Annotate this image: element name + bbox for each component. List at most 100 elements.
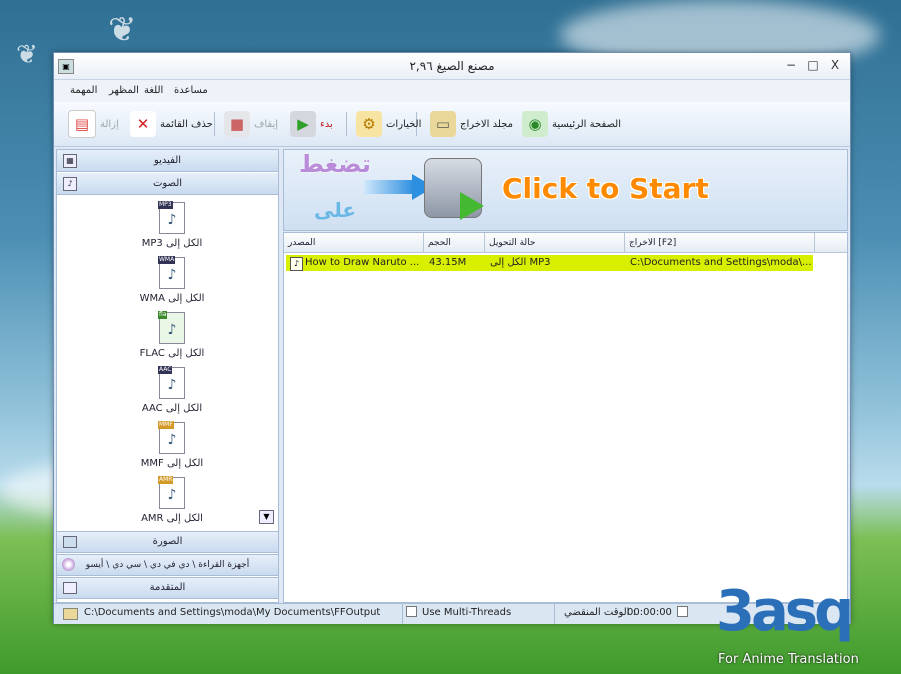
format-mp3[interactable]: MP3 ♪ MP3 الكل إلى xyxy=(117,201,227,249)
status-separator xyxy=(554,604,555,624)
checkbox-box xyxy=(677,606,688,617)
sidebar-advanced-header[interactable]: المتقدمة xyxy=(56,577,279,599)
stop-icon: ■ xyxy=(224,111,250,137)
sidebar-rom-label: أجهزة القراءة \ دي في دي \ سي دي \ أيسو xyxy=(85,560,250,570)
format-flac[interactable]: fla ♪ FLAC الكل إلى xyxy=(117,311,227,359)
maximize-button[interactable]: □ xyxy=(804,57,822,73)
menu-bar: مساعدة اللغة المظهر المهمة xyxy=(54,80,850,102)
options-label: الخيارات xyxy=(386,118,422,130)
format-tag: AAC xyxy=(158,366,173,374)
output-folder-label: مجلد الاخراج xyxy=(460,118,513,130)
menu-help[interactable]: مساعدة xyxy=(174,85,208,96)
format-amr[interactable]: AMR ♪ AMR الكل إلى xyxy=(117,476,227,524)
table-row[interactable]: ♪ How to Draw Naruto ... 43.15M الكل إلى… xyxy=(286,255,813,271)
task-list: المصدر الحجم حالة التحويل الاخراج [F2] ♪… xyxy=(283,232,848,603)
format-label: MP3 الكل إلى xyxy=(141,238,203,249)
close-button[interactable]: X xyxy=(826,57,844,73)
home-globe-icon: ◉ xyxy=(522,111,548,137)
annotation-arabic-press: تضغط xyxy=(299,150,371,178)
disc-icon xyxy=(62,558,75,571)
row-output: C:\Documents and Settings\moda\... xyxy=(630,257,812,268)
elapsed-time: 00:00:00 xyxy=(627,607,672,618)
clear-list-label: حذف القائمة xyxy=(160,118,213,130)
menu-skin[interactable]: المظهر xyxy=(109,85,139,96)
menu-language[interactable]: اللغة xyxy=(144,85,163,96)
remove-button[interactable]: ▤ إزالة xyxy=(68,110,119,138)
clear-x-icon: ✕ xyxy=(130,111,156,137)
column-header-filler xyxy=(815,233,847,253)
sidebar-advanced-label: المتقدمة xyxy=(149,582,186,593)
start-label: بدء xyxy=(320,118,333,130)
format-tag: fla xyxy=(158,311,168,319)
window-title: مصنع الصيغ ٢,٩٦ xyxy=(409,59,495,73)
format-label: FLAC الكل إلى xyxy=(139,348,205,359)
row-source: How to Draw Naruto ... xyxy=(305,257,420,268)
sidebar-picture-header[interactable]: الصورة xyxy=(56,531,279,553)
start-banner: تضغط على Click to Start xyxy=(283,149,848,231)
column-header-source[interactable]: المصدر xyxy=(284,233,424,253)
format-label: AAC الكل إلى xyxy=(141,403,203,414)
format-mmf[interactable]: MMF ♪ MMF الكل إلى xyxy=(117,421,227,469)
clear-list-button[interactable]: ✕ حذف القائمة xyxy=(130,110,213,138)
start-button[interactable]: ▶ بدء xyxy=(290,110,333,138)
folder-icon[interactable] xyxy=(63,608,78,620)
advanced-icon xyxy=(63,582,77,594)
menu-task[interactable]: المهمة xyxy=(70,85,97,96)
output-folder-button[interactable]: ▭ مجلد الاخراج xyxy=(430,110,513,138)
column-header-output[interactable]: الاخراج [F2] xyxy=(625,233,815,253)
column-header-size[interactable]: الحجم xyxy=(424,233,485,253)
output-path: C:\Documents and Settings\moda\My Docume… xyxy=(84,607,381,618)
status-separator xyxy=(402,604,403,624)
multi-threads-label: Use Multi-Threads xyxy=(422,607,512,618)
sidebar-audio-header[interactable]: ♪ الصوت xyxy=(57,173,278,195)
butterfly-decoration-icon: ❦ xyxy=(108,10,137,50)
format-tag: WMA xyxy=(158,256,176,264)
multi-threads-checkbox[interactable] xyxy=(406,606,417,618)
shutdown-checkbox[interactable] xyxy=(677,606,688,618)
format-label: WMA الكل إلى xyxy=(139,293,205,304)
sidebar-video-header[interactable]: ▦ الفيديو xyxy=(57,150,278,172)
arrow-icon xyxy=(364,180,414,194)
click-to-start-text: Click to Start xyxy=(502,172,709,205)
butterfly-decoration-icon: ❦ xyxy=(16,40,38,70)
format-label: AMR الكل إلى xyxy=(141,513,203,524)
sidebar-picture-label: الصورة xyxy=(152,536,183,547)
audio-file-icon: MMF ♪ xyxy=(158,421,185,454)
audio-file-icon: WMA ♪ xyxy=(158,256,185,289)
format-tag: MP3 xyxy=(158,201,173,209)
stop-button[interactable]: ■ إيقاف xyxy=(224,110,278,138)
row-status: الكل إلى MP3 xyxy=(490,257,551,268)
minimize-button[interactable]: − xyxy=(782,57,800,73)
play-icon xyxy=(460,192,484,220)
music-note-icon: ♪ xyxy=(63,177,77,191)
format-wma[interactable]: WMA ♪ WMA الكل إلى xyxy=(117,256,227,304)
checkbox-box xyxy=(406,606,417,617)
options-button[interactable]: ⚙ الخيارات xyxy=(356,110,421,138)
format-aac[interactable]: AAC ♪ AAC الكل إلى xyxy=(117,366,227,414)
format-tag: MMF xyxy=(158,421,174,429)
scroll-down-icon[interactable]: ▼ xyxy=(259,510,274,524)
sidebar-video-label: الفيديو xyxy=(153,155,182,166)
start-play-icon: ▶ xyxy=(290,111,316,137)
home-button[interactable]: ◉ الصفحة الرئيسية xyxy=(522,110,621,138)
flac-file-icon: fla ♪ xyxy=(158,311,185,344)
sidebar-audio-label: الصوت xyxy=(152,178,183,189)
column-header-status[interactable]: حالة التحويل xyxy=(485,233,625,253)
audio-file-icon: AMR ♪ xyxy=(158,476,185,509)
toolbar: ◉ الصفحة الرئيسية ▭ مجلد الاخراج ⚙ الخيا… xyxy=(54,102,850,147)
app-window: ▣ مصنع الصيغ ٢,٩٦ − □ X مساعدة اللغة الم… xyxy=(53,52,851,624)
title-bar: ▣ مصنع الصيغ ٢,٩٦ − □ X xyxy=(54,53,850,80)
format-label: MMF الكل إلى xyxy=(140,458,204,469)
folder-icon: ▭ xyxy=(430,111,456,137)
audio-file-icon: ♪ xyxy=(290,257,303,271)
format-tag: AMR xyxy=(158,476,174,484)
sidebar-rom-header[interactable]: أجهزة القراءة \ دي في دي \ سي دي \ أيسو xyxy=(56,554,279,576)
logo-text: 3asq xyxy=(716,579,854,644)
audio-file-icon: MP3 ♪ xyxy=(158,201,185,234)
stop-label: إيقاف xyxy=(254,118,279,130)
elapsed-label: الوقت المنقضي : xyxy=(564,607,637,618)
annotation-arabic-on: على xyxy=(314,198,357,222)
audio-file-icon: AAC ♪ xyxy=(158,366,185,399)
watermark-logo: 3asq For Anime Translation xyxy=(716,582,901,674)
toolbar-separator xyxy=(346,112,347,136)
